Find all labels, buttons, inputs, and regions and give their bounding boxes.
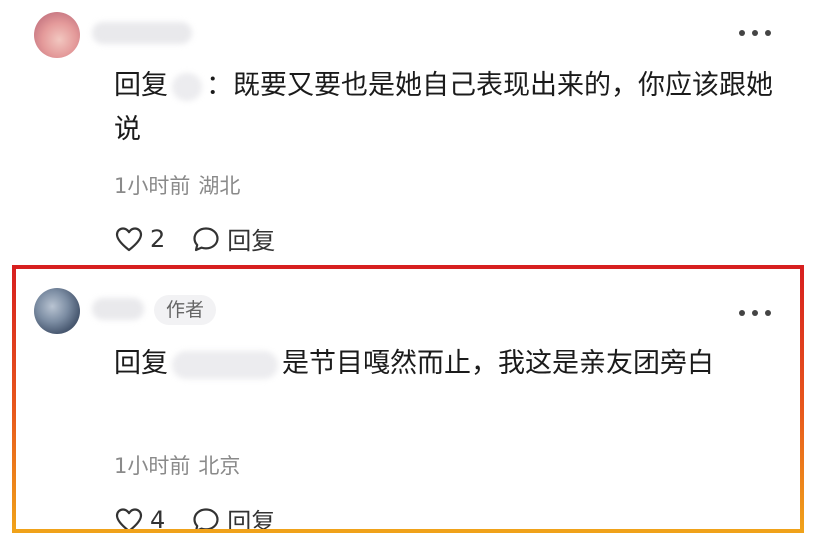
username-blurred[interactable] xyxy=(92,22,192,44)
more-options-icon[interactable] xyxy=(739,23,771,43)
heart-outline-icon xyxy=(115,226,143,251)
avatar[interactable] xyxy=(34,12,80,58)
speech-bubble-outline-icon xyxy=(193,226,219,251)
like-count: 2 xyxy=(150,224,166,253)
comment-body: ：既要又要也是她自己表现出来的，你应该跟她说 xyxy=(114,70,773,145)
comment-location: 湖北 xyxy=(198,174,241,198)
comment-time: 1小时前 xyxy=(114,174,191,198)
comment-meta: 1小时前 湖北 xyxy=(114,170,240,200)
comment-text: 回复 ：既要又要也是她自己表现出来的，你应该跟她说 xyxy=(114,64,784,152)
reply-button[interactable]: 回复 xyxy=(191,221,275,256)
dot xyxy=(739,30,745,36)
comment-item: 回复 ：既要又要也是她自己表现出来的，你应该跟她说 1小时前 湖北 2 回复 xyxy=(0,0,815,262)
comment-actions: 2 回复 xyxy=(114,221,301,256)
dot xyxy=(752,30,758,36)
highlight-frame xyxy=(12,265,804,533)
dot xyxy=(765,30,771,36)
reply-prefix: 回复 xyxy=(114,70,168,101)
mention-blurred[interactable] xyxy=(172,72,202,101)
reply-label: 回复 xyxy=(227,227,276,255)
like-button[interactable]: 2 xyxy=(114,225,165,253)
